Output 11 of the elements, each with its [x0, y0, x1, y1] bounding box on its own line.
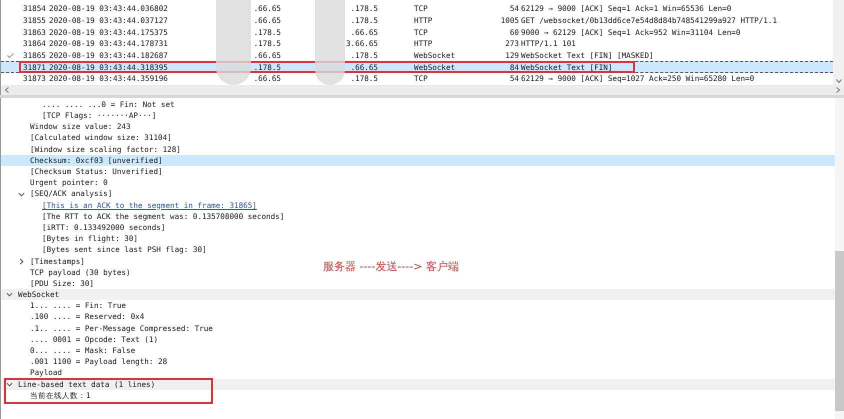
horizontal-scrollbar[interactable] [0, 85, 844, 95]
chevron-down-icon[interactable] [18, 190, 25, 198]
vertical-scrollbar[interactable] [833, 0, 844, 85]
scroll-down-icon[interactable] [836, 79, 842, 83]
chevron-down-icon[interactable] [6, 380, 13, 388]
chevron-down-icon[interactable] [6, 291, 13, 298]
scroll-left-icon[interactable] [5, 87, 9, 93]
annotation-text: 服务器 ----发送----> 客户端 [323, 259, 459, 275]
vertical-scrollbar[interactable] [835, 98, 844, 419]
scroll-right-icon[interactable] [836, 87, 840, 93]
chevron-right-icon[interactable] [18, 258, 25, 265]
